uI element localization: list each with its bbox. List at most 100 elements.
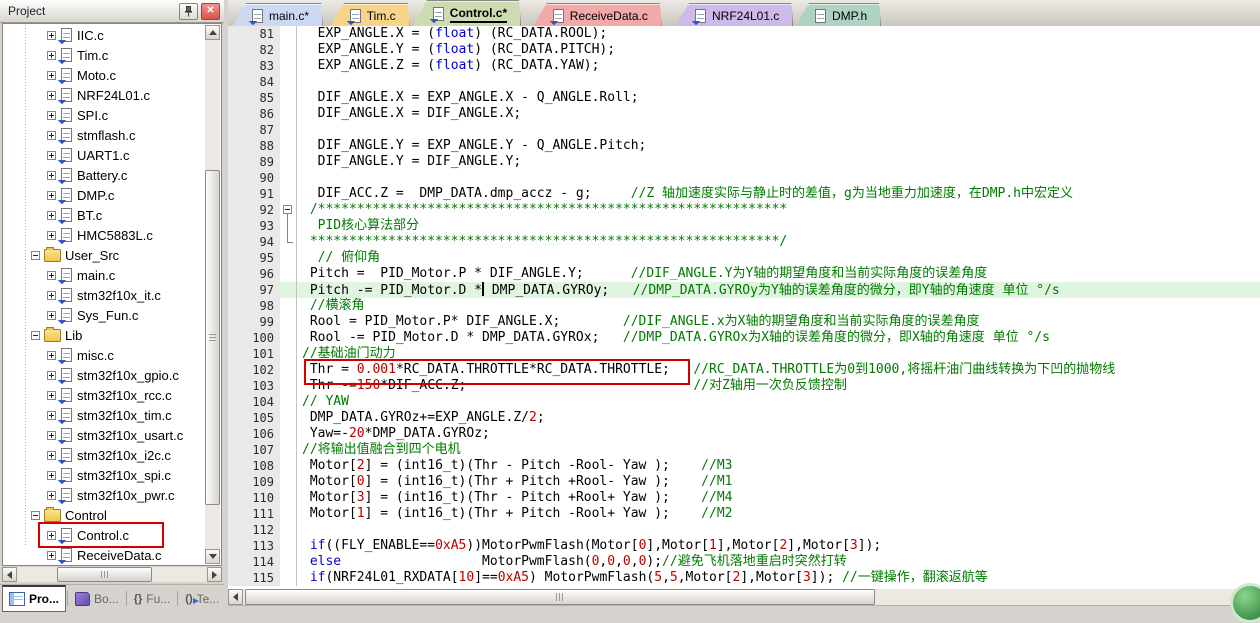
code-line-99[interactable]: 99 Rool = PID_Motor.P* DIF_ANGLE.X; //DI…	[228, 314, 1260, 330]
panel-tab-te[interactable]: ()Te...	[179, 585, 225, 612]
code-text[interactable]: Motor[0] = (int16_t)(Thr + Pitch +Rool- …	[297, 474, 1260, 490]
code-text[interactable]: if(NRF24L01_RXDATA[10]==0xA5) MotorPwmFl…	[297, 570, 1260, 586]
code-line-85[interactable]: 85 DIF_ANGLE.X = EXP_ANGLE.X - Q_ANGLE.R…	[228, 90, 1260, 106]
tree-item-control[interactable]: Control	[3, 505, 205, 525]
scroll-up-button[interactable]	[205, 25, 220, 40]
code-text[interactable]: Motor[1] = (int16_t)(Thr + Pitch -Rool+ …	[297, 506, 1260, 522]
code-line-88[interactable]: 88 DIF_ANGLE.Y = EXP_ANGLE.Y - Q_ANGLE.P…	[228, 138, 1260, 154]
tree-item-stm32f10x-tim-c[interactable]: stm32f10x_tim.c	[3, 405, 205, 425]
code-line-81[interactable]: 81 EXP_ANGLE.X = (float) (RC_DATA.ROOL);	[228, 26, 1260, 42]
code-line-97[interactable]: 97 Pitch -= PID_Motor.D * DMP_DATA.GYROy…	[228, 282, 1260, 298]
code-text[interactable]	[297, 122, 1260, 138]
project-tree-horizontal-scrollbar[interactable]	[2, 567, 222, 582]
tab-receivedata-c[interactable]: ReceiveData.c	[533, 3, 662, 27]
scroll-right-button[interactable]	[207, 567, 222, 582]
expand-box-icon[interactable]	[47, 271, 56, 280]
expand-box-icon[interactable]	[47, 431, 56, 440]
tree-item-iic-c[interactable]: IIC.c	[3, 25, 205, 45]
code-line-105[interactable]: 105 DMP_DATA.GYROz+=EXP_ANGLE.Z/2;	[228, 410, 1260, 426]
tree-item-moto-c[interactable]: Moto.c	[3, 65, 205, 85]
expand-box-icon[interactable]	[47, 131, 56, 140]
expand-box-icon[interactable]	[47, 311, 56, 320]
code-text[interactable]: //基础油门动力	[297, 346, 1260, 362]
code-text[interactable]: PID核心算法部分	[297, 218, 1260, 234]
collapse-box-icon[interactable]	[283, 205, 292, 214]
expand-box-icon[interactable]	[47, 191, 56, 200]
code-line-93[interactable]: 93 PID核心算法部分	[228, 218, 1260, 234]
expand-box-icon[interactable]	[47, 391, 56, 400]
code-line-108[interactable]: 108 Motor[2] = (int16_t)(Thr - Pitch -Ro…	[228, 458, 1260, 474]
code-line-112[interactable]: 112	[228, 522, 1260, 538]
expand-box-icon[interactable]	[47, 151, 56, 160]
panel-tab-fu[interactable]: {}Fu...	[128, 585, 177, 612]
expand-box-icon[interactable]	[47, 51, 56, 60]
editor-horizontal-scrollbar[interactable]	[228, 589, 1260, 605]
scroll-thumb[interactable]	[205, 170, 220, 505]
tree-item-dmp-c[interactable]: DMP.c	[3, 185, 205, 205]
tab-control-c-[interactable]: Control.c*	[413, 0, 521, 27]
code-line-103[interactable]: 103 Thr -=150*DIF_ACC.Z; //对Z轴用一次负反馈控制	[228, 378, 1260, 394]
code-line-100[interactable]: 100 Rool -= PID_Motor.D * DMP_DATA.GYROx…	[228, 330, 1260, 346]
tree-item-user-src[interactable]: User_Src	[3, 245, 205, 265]
code-text[interactable]: EXP_ANGLE.Y = (float) (RC_DATA.PITCH);	[297, 42, 1260, 58]
panel-tab-pro[interactable]: Pro...	[2, 585, 66, 612]
tab-nrf24l01-c[interactable]: NRF24L01.c	[675, 3, 793, 27]
code-text[interactable]: Pitch -= PID_Motor.D * DMP_DATA.GYROy; /…	[297, 282, 1260, 298]
close-icon[interactable]: ✕	[201, 3, 220, 20]
tree-item-stm32f10x-rcc-c[interactable]: stm32f10x_rcc.c	[3, 385, 205, 405]
code-text[interactable]: EXP_ANGLE.X = (float) (RC_DATA.ROOL);	[297, 26, 1260, 42]
tree-item-stm32f10x-pwr-c[interactable]: stm32f10x_pwr.c	[3, 485, 205, 505]
code-text[interactable]	[297, 74, 1260, 90]
code-text[interactable]: DIF_ANGLE.Y = EXP_ANGLE.Y - Q_ANGLE.Pitc…	[297, 138, 1260, 154]
code-line-84[interactable]: 84	[228, 74, 1260, 90]
fold-marker[interactable]	[280, 218, 297, 234]
code-line-94[interactable]: 94 *************************************…	[228, 234, 1260, 250]
code-text[interactable]: Pitch = PID_Motor.P * DIF_ANGLE.Y; //DIF…	[297, 266, 1260, 282]
code-line-111[interactable]: 111 Motor[1] = (int16_t)(Thr + Pitch -Ro…	[228, 506, 1260, 522]
code-line-82[interactable]: 82 EXP_ANGLE.Y = (float) (RC_DATA.PITCH)…	[228, 42, 1260, 58]
code-editor[interactable]: 81 EXP_ANGLE.X = (float) (RC_DATA.ROOL);…	[228, 26, 1260, 588]
code-line-102[interactable]: 102 Thr = 0.001*RC_DATA.THROTTLE*RC_DATA…	[228, 362, 1260, 378]
pin-icon[interactable]	[179, 3, 198, 20]
expand-box-icon[interactable]	[47, 531, 56, 540]
code-line-101[interactable]: 101//基础油门动力	[228, 346, 1260, 362]
code-text[interactable]: DIF_ACC.Z = DMP_DATA.dmp_accz - g; //Z 轴…	[297, 186, 1260, 202]
code-line-104[interactable]: 104// YAW	[228, 394, 1260, 410]
code-text[interactable]: Rool = PID_Motor.P* DIF_ANGLE.X; //DIF_A…	[297, 314, 1260, 330]
expand-box-icon[interactable]	[47, 491, 56, 500]
code-line-83[interactable]: 83 EXP_ANGLE.Z = (float) (RC_DATA.YAW);	[228, 58, 1260, 74]
fold-marker[interactable]	[280, 202, 297, 218]
overlay-green-circle-icon[interactable]	[1230, 583, 1260, 623]
collapse-box-icon[interactable]	[31, 511, 40, 520]
code-text[interactable]: DIF_ANGLE.Y = DIF_ANGLE.Y;	[297, 154, 1260, 170]
expand-box-icon[interactable]	[47, 371, 56, 380]
tree-item-control-c[interactable]: Control.c	[3, 525, 205, 545]
code-text[interactable]: EXP_ANGLE.Z = (float) (RC_DATA.YAW);	[297, 58, 1260, 74]
code-line-89[interactable]: 89 DIF_ANGLE.Y = DIF_ANGLE.Y;	[228, 154, 1260, 170]
tree-item-uart1-c[interactable]: UART1.c	[3, 145, 205, 165]
expand-box-icon[interactable]	[47, 171, 56, 180]
expand-box-icon[interactable]	[47, 111, 56, 120]
code-line-87[interactable]: 87	[228, 122, 1260, 138]
code-line-110[interactable]: 110 Motor[3] = (int16_t)(Thr - Pitch +Ro…	[228, 490, 1260, 506]
code-line-109[interactable]: 109 Motor[0] = (int16_t)(Thr + Pitch +Ro…	[228, 474, 1260, 490]
expand-box-icon[interactable]	[47, 351, 56, 360]
expand-box-icon[interactable]	[47, 451, 56, 460]
code-line-90[interactable]: 90	[228, 170, 1260, 186]
code-text[interactable]: //横滚角	[297, 298, 1260, 314]
code-text[interactable]: Rool -= PID_Motor.D * DMP_DATA.GYROx; //…	[297, 330, 1260, 346]
tab-tim-c[interactable]: Tim.c	[330, 3, 410, 27]
code-line-95[interactable]: 95 // 俯仰角	[228, 250, 1260, 266]
expand-box-icon[interactable]	[47, 551, 56, 560]
expand-box-icon[interactable]	[47, 211, 56, 220]
code-line-92[interactable]: 92 /************************************…	[228, 202, 1260, 218]
code-text[interactable]: /***************************************…	[297, 202, 1260, 218]
code-text[interactable]: DMP_DATA.GYROz+=EXP_ANGLE.Z/2;	[297, 410, 1260, 426]
code-line-96[interactable]: 96 Pitch = PID_Motor.P * DIF_ANGLE.Y; //…	[228, 266, 1260, 282]
tree-item-stm32f10x-i2c-c[interactable]: stm32f10x_i2c.c	[3, 445, 205, 465]
tree-item-stm32f10x-gpio-c[interactable]: stm32f10x_gpio.c	[3, 365, 205, 385]
expand-box-icon[interactable]	[47, 91, 56, 100]
code-text[interactable]: // YAW	[297, 394, 1260, 410]
tree-item-nrf24l01-c[interactable]: NRF24L01.c	[3, 85, 205, 105]
code-line-113[interactable]: 113 if((FLY_ENABLE==0xA5))MotorPwmFlash(…	[228, 538, 1260, 554]
